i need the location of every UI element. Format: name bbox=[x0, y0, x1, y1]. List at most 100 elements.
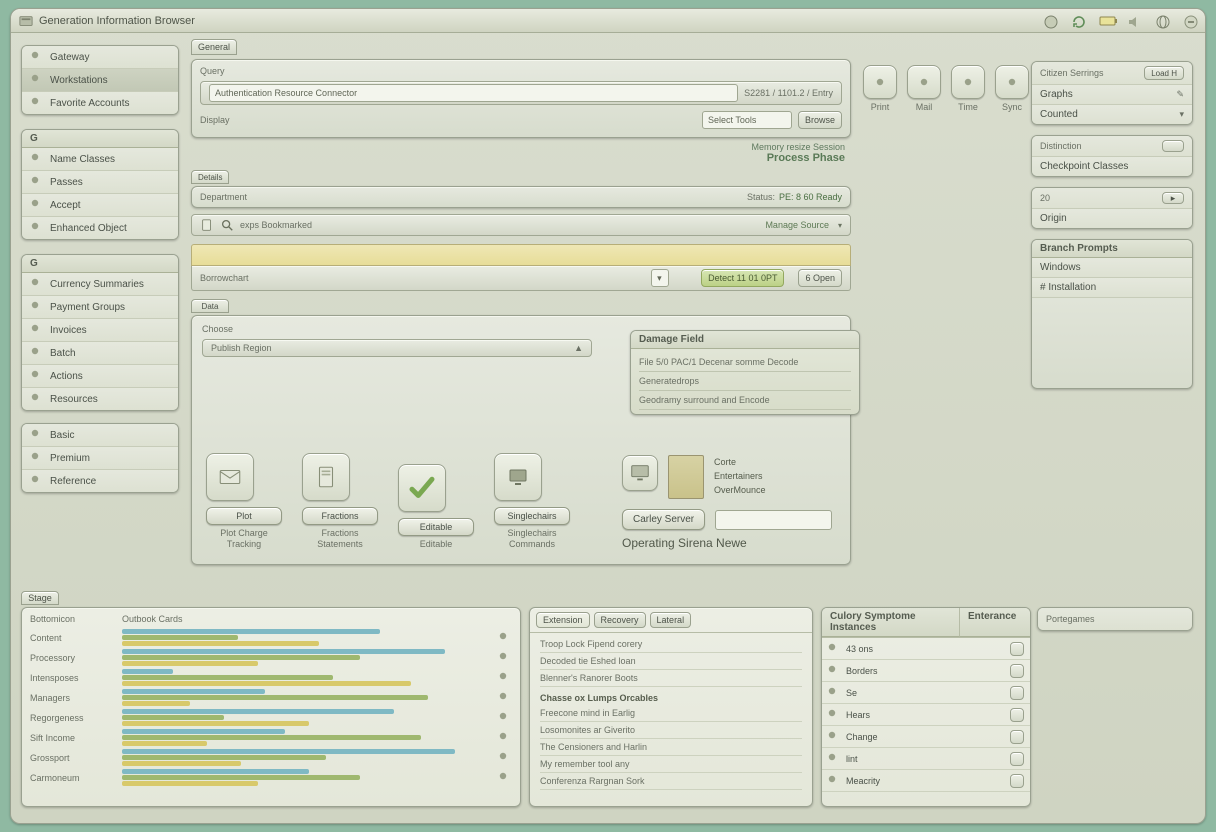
chart-row-icon[interactable] bbox=[498, 771, 512, 785]
row-btn[interactable] bbox=[1010, 642, 1024, 656]
server-field[interactable] bbox=[715, 510, 832, 530]
row-btn[interactable] bbox=[1010, 730, 1024, 744]
list-item[interactable]: Blenner's Ranorer Boots bbox=[540, 670, 802, 687]
qi-schedule[interactable] bbox=[951, 65, 985, 99]
row-icon bbox=[827, 664, 841, 678]
pill-open[interactable]: 6 Open bbox=[798, 269, 842, 287]
qi-comment[interactable] bbox=[907, 65, 941, 99]
dropdown-filter[interactable]: ▾ bbox=[651, 269, 669, 287]
sidebar-item-workstations[interactable]: Workstations bbox=[22, 69, 178, 92]
table-row[interactable]: Borders bbox=[822, 660, 1030, 682]
row-btn[interactable] bbox=[1010, 686, 1024, 700]
sidebar-item-invoices[interactable]: Invoices bbox=[22, 319, 178, 342]
sidebar-item-passes[interactable]: Passes bbox=[22, 171, 178, 194]
right-c-btn[interactable]: ▸ bbox=[1162, 192, 1184, 204]
list-item[interactable]: My remember tool any bbox=[540, 756, 802, 773]
refresh-icon[interactable] bbox=[1071, 14, 1085, 28]
monitor-icon[interactable] bbox=[622, 455, 658, 491]
bm-tab-0[interactable]: Extension bbox=[536, 612, 590, 628]
tab-data[interactable]: Data bbox=[191, 299, 229, 313]
row-btn[interactable] bbox=[1010, 708, 1024, 722]
right-b-row[interactable]: Checkpoint Classes bbox=[1040, 161, 1128, 172]
right-c-row[interactable]: Origin bbox=[1040, 213, 1067, 224]
app-edit-button[interactable]: Editable bbox=[398, 518, 474, 536]
chart-row-icon[interactable] bbox=[498, 671, 512, 685]
sidebar-item-favorites[interactable]: Favorite Accounts bbox=[22, 92, 178, 114]
browse-button[interactable]: Browse bbox=[798, 111, 842, 129]
bm-tab-1[interactable]: Recovery bbox=[594, 612, 646, 628]
right-a-button[interactable]: Load H bbox=[1144, 66, 1184, 80]
sidebar-item-batch[interactable]: Batch bbox=[22, 342, 178, 365]
app-status-button[interactable]: Fractions bbox=[302, 507, 378, 525]
battery-icon[interactable] bbox=[1099, 14, 1113, 28]
chart-row-icon[interactable] bbox=[498, 731, 512, 745]
table-row[interactable]: Se bbox=[822, 682, 1030, 704]
chart-row-icon[interactable] bbox=[498, 631, 512, 645]
sidebar-item-currency[interactable]: Currency Summaries bbox=[22, 273, 178, 296]
sidebar-item-accept[interactable]: Accept bbox=[22, 194, 178, 217]
row-btn[interactable] bbox=[1010, 664, 1024, 678]
list-item[interactable]: Freecone mind in Earlig bbox=[540, 705, 802, 722]
right-a-l2[interactable]: Counted bbox=[1040, 109, 1078, 120]
app-plot[interactable] bbox=[206, 453, 254, 501]
search-icon[interactable] bbox=[220, 218, 234, 232]
list-item[interactable]: Losomonites ar Giverito bbox=[540, 722, 802, 739]
chart-row-icon[interactable] bbox=[498, 651, 512, 665]
list-item[interactable]: Conferenza Rargnan Sork bbox=[540, 773, 802, 790]
arrow-up-icon[interactable]: ▲ bbox=[574, 343, 583, 353]
list-item[interactable]: Troop Lock Fipend corery bbox=[540, 636, 802, 653]
photo-thumb[interactable] bbox=[668, 455, 704, 499]
sidebar-item-gateway[interactable]: Gateway bbox=[22, 46, 178, 69]
sidebar-item-resources[interactable]: Resources bbox=[22, 388, 178, 410]
app-plot-button[interactable]: Plot bbox=[206, 507, 282, 525]
select-tools[interactable]: Select Tools bbox=[702, 111, 792, 129]
table-row[interactable]: Meacrity bbox=[822, 770, 1030, 792]
network-icon[interactable] bbox=[1155, 14, 1169, 28]
chevron-down-icon[interactable]: ▾ bbox=[1179, 109, 1184, 120]
file-icon[interactable] bbox=[200, 218, 214, 232]
table-row[interactable]: Hears bbox=[822, 704, 1030, 726]
sidebar-item-actions[interactable]: Actions bbox=[22, 365, 178, 388]
sound-icon[interactable] bbox=[1127, 14, 1141, 28]
right-a-l1[interactable]: Graphs bbox=[1040, 89, 1073, 100]
pencil-icon[interactable]: ✎ bbox=[1176, 89, 1184, 100]
list-item[interactable]: Decoded tie Eshed loan bbox=[540, 653, 802, 670]
table-row[interactable]: 43 ons bbox=[822, 638, 1030, 660]
close-icon[interactable] bbox=[1183, 14, 1197, 28]
disk-icon[interactable] bbox=[1043, 14, 1057, 28]
chart-row-icon[interactable] bbox=[498, 691, 512, 705]
table-row[interactable]: lint bbox=[822, 748, 1030, 770]
pill-detect[interactable]: Detect 11 01 0PT bbox=[701, 269, 784, 287]
qi-refresh[interactable] bbox=[995, 65, 1029, 99]
qi-print[interactable] bbox=[863, 65, 897, 99]
list-item[interactable]: The Censioners and Harlin bbox=[540, 739, 802, 756]
tag-basic[interactable]: Basic bbox=[22, 424, 178, 447]
right-d-row[interactable]: Windows bbox=[1032, 258, 1192, 278]
app-commands-button[interactable]: Singlechairs bbox=[494, 507, 570, 525]
chevron-down-icon[interactable]: ▾ bbox=[838, 221, 842, 230]
tab-general[interactable]: General bbox=[191, 39, 237, 55]
app-edit[interactable] bbox=[398, 464, 446, 512]
query-field[interactable]: Authentication Resource Connector bbox=[209, 84, 738, 102]
sidebar-item-payment[interactable]: Payment Groups bbox=[22, 296, 178, 319]
row-btn[interactable] bbox=[1010, 774, 1024, 788]
tag-reference[interactable]: Reference bbox=[22, 470, 178, 492]
app-commands[interactable] bbox=[494, 453, 542, 501]
server-button[interactable]: Carley Server bbox=[622, 509, 705, 530]
panel-left-tags: BasicPremiumReference bbox=[21, 423, 179, 493]
sidebar-item-enhanced[interactable]: Enhanced Object bbox=[22, 217, 178, 239]
chart-row-icon[interactable] bbox=[498, 751, 512, 765]
sidebar-item-names[interactable]: Name Classes bbox=[22, 148, 178, 171]
sidebar-item-label: Favorite Accounts bbox=[50, 98, 129, 109]
table-row[interactable]: Change bbox=[822, 726, 1030, 748]
link-manage-source[interactable]: Manage Source bbox=[765, 220, 829, 230]
app-status[interactable] bbox=[302, 453, 350, 501]
right-b-btn[interactable] bbox=[1162, 140, 1184, 152]
tab-details[interactable]: Details bbox=[191, 170, 229, 184]
right-d-row[interactable]: # Installation bbox=[1032, 278, 1192, 298]
bm-tab-2[interactable]: Lateral bbox=[650, 612, 692, 628]
chart-row-icon[interactable] bbox=[498, 711, 512, 725]
row-btn[interactable] bbox=[1010, 752, 1024, 766]
tab-stage[interactable]: Stage bbox=[21, 591, 59, 605]
tag-premium[interactable]: Premium bbox=[22, 447, 178, 470]
